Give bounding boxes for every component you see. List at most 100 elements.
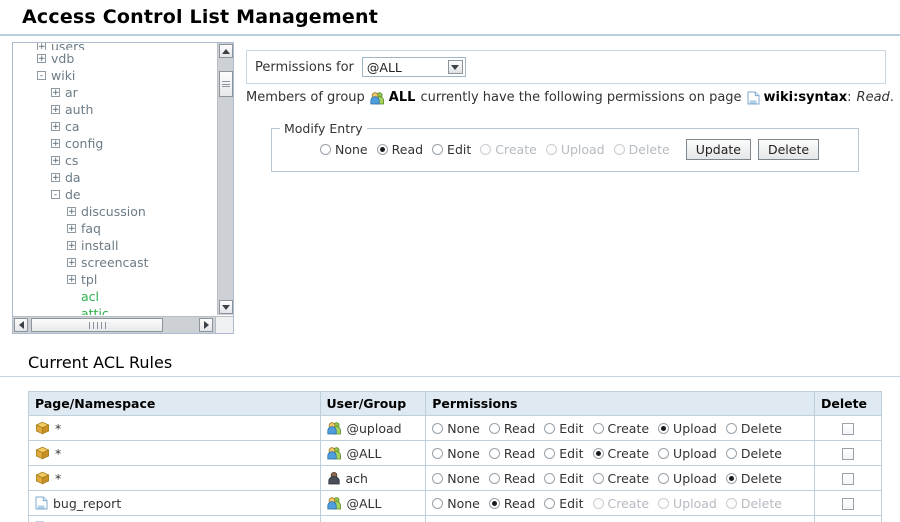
row-0-permission-radio-none[interactable]	[432, 422, 444, 434]
row-0-permission-radio-create[interactable]	[592, 422, 604, 434]
scroll-right-icon[interactable]	[199, 318, 213, 332]
expand-icon[interactable]: +	[37, 43, 46, 50]
row-0-permission-label-edit[interactable]: Edit	[559, 421, 583, 436]
row-1-permission-label-create[interactable]: Create	[608, 446, 650, 461]
row-1-permission-radio-delete[interactable]	[725, 447, 737, 459]
expand-icon[interactable]: +	[51, 122, 60, 132]
tree-node-config[interactable]: + config	[13, 135, 203, 152]
row-2-permission-radio-upload[interactable]	[658, 472, 670, 484]
row-0-permission-radio-upload[interactable]	[658, 422, 670, 434]
permissions-for-select[interactable]: @ALL	[361, 57, 466, 77]
row-3-permission-label-upload: Upload	[673, 495, 717, 511]
tree-vertical-scrollbar[interactable]	[217, 43, 233, 315]
expand-icon[interactable]: +	[51, 139, 60, 149]
tree-node-acl[interactable]: acl	[13, 288, 203, 305]
acl-rules-body: * @upload None Read Edit Create Upload Delete * @…	[28, 415, 883, 522]
expand-icon[interactable]: +	[51, 105, 60, 115]
expand-icon[interactable]: +	[67, 224, 76, 234]
row-0-permission-label-upload[interactable]: Upload	[673, 421, 717, 436]
row-0-permission-radio-edit[interactable]	[544, 422, 556, 434]
row-1-permission-label-edit[interactable]: Edit	[559, 446, 583, 461]
row-0-permission-label-read[interactable]: Read	[504, 421, 535, 436]
expand-icon[interactable]: +	[51, 156, 60, 166]
tree-node-install[interactable]: + install	[13, 237, 203, 254]
expand-icon[interactable]: +	[67, 207, 76, 217]
expand-icon[interactable]: +	[67, 258, 76, 268]
horizontal-scroll-thumb[interactable]	[31, 318, 163, 332]
row-3-permission-label-none[interactable]: None	[447, 496, 480, 511]
row-0-permission-label-none[interactable]: None	[447, 421, 480, 436]
tree-node-cs[interactable]: + cs	[13, 152, 203, 169]
scroll-up-icon[interactable]	[219, 44, 233, 58]
row-2-permission-radio-delete[interactable]	[725, 472, 737, 484]
collapse-icon[interactable]: -	[37, 71, 46, 81]
row-1-permission-radio-none[interactable]	[432, 447, 444, 459]
row-2-permission-label-create[interactable]: Create	[608, 471, 650, 486]
tree-node-da[interactable]: + da	[13, 169, 203, 186]
row-2-permission-label-upload[interactable]: Upload	[673, 471, 717, 486]
row-1-permission-radio-create[interactable]	[592, 447, 604, 459]
expand-icon[interactable]: +	[37, 54, 46, 64]
row-2-permission-radio-edit[interactable]	[544, 472, 556, 484]
row-0-permission-radio-delete[interactable]	[725, 422, 737, 434]
scroll-down-icon[interactable]	[219, 300, 233, 314]
tree-node-vdb[interactable]: + vdb	[13, 50, 203, 67]
table-row: start@ALLNoneReadEditCreateUploadDelete	[28, 515, 883, 522]
row-2-permission-radio-create[interactable]	[592, 472, 604, 484]
row-2-permission-radio-none[interactable]	[432, 472, 444, 484]
collapse-icon[interactable]: -	[51, 190, 60, 200]
expand-icon[interactable]: +	[51, 173, 60, 183]
modify-entry-radio-read[interactable]	[376, 144, 388, 155]
row-1-permission-label-upload[interactable]: Upload	[673, 446, 717, 461]
delete-button[interactable]: Delete	[757, 139, 820, 160]
row-1-permission-label-read[interactable]: Read	[504, 446, 535, 461]
modify-entry-radio-edit[interactable]	[432, 144, 444, 155]
row-2-permission-label-read[interactable]: Read	[504, 471, 535, 486]
row-2-permission-label-delete[interactable]: Delete	[741, 471, 782, 486]
row-1-permission-label-none[interactable]: None	[447, 446, 480, 461]
row-1-permission-radio-upload[interactable]	[658, 447, 670, 459]
row-3-permission-label-edit[interactable]: Edit	[559, 496, 583, 511]
row-0-permission-label-create[interactable]: Create	[608, 421, 650, 436]
expand-icon[interactable]: +	[51, 88, 60, 98]
tree-node-ar[interactable]: + ar	[13, 84, 203, 101]
row-0-delete-checkbox[interactable]	[841, 423, 854, 435]
tree-node-ca[interactable]: + ca	[13, 118, 203, 135]
row-3-permission-radio-edit[interactable]	[544, 497, 556, 509]
row-3-permission-label-read[interactable]: Read	[504, 496, 535, 511]
row-0-permission-label-delete[interactable]: Delete	[741, 421, 782, 436]
tree-horizontal-scrollbar[interactable]	[13, 316, 233, 333]
tree-node-screencast[interactable]: + screencast	[13, 254, 203, 271]
row-2-permission-label-none[interactable]: None	[447, 471, 480, 486]
vertical-scroll-thumb[interactable]	[219, 71, 233, 97]
tree-node-wiki[interactable]: - wiki	[13, 67, 203, 84]
tree-node-faq[interactable]: + faq	[13, 220, 203, 237]
tree-node-users[interactable]: + users	[13, 43, 203, 50]
scroll-left-icon[interactable]	[14, 318, 28, 332]
expand-icon[interactable]: +	[67, 241, 76, 251]
tree-node-attic[interactable]: attic	[13, 305, 203, 315]
row-3-permission-radio-read[interactable]	[488, 497, 500, 509]
row-1-permission-radio-edit[interactable]	[544, 447, 556, 459]
row-2-permission-label-edit[interactable]: Edit	[559, 471, 583, 486]
expand-icon[interactable]: +	[67, 275, 76, 285]
tree-node-label: wiki	[51, 68, 76, 83]
tree-node-tpl[interactable]: + tpl	[13, 271, 203, 288]
chevron-down-icon[interactable]	[447, 60, 463, 74]
tree-node-auth[interactable]: + auth	[13, 101, 203, 118]
row-1-permission-label-delete[interactable]: Delete	[741, 446, 782, 461]
row-1-permission-radio-read[interactable]	[488, 447, 500, 459]
row-2-delete-checkbox[interactable]	[841, 473, 854, 485]
tree-node-discussion[interactable]: + discussion	[13, 203, 203, 220]
row-3-delete-checkbox[interactable]	[841, 498, 854, 510]
modify-entry-radio-none[interactable]	[320, 144, 331, 155]
row-3-permission-radio-none[interactable]	[432, 497, 444, 509]
modify-entry-label-edit[interactable]: Edit	[447, 142, 471, 157]
row-1-delete-checkbox[interactable]	[841, 448, 854, 460]
row-0-permission-radio-read[interactable]	[488, 422, 500, 434]
modify-entry-label-none[interactable]: None	[335, 142, 368, 157]
row-2-permission-radio-read[interactable]	[488, 472, 500, 484]
modify-entry-label-read[interactable]: Read	[392, 142, 423, 157]
update-button[interactable]: Update	[685, 139, 751, 160]
tree-node-de[interactable]: - de	[13, 186, 203, 203]
